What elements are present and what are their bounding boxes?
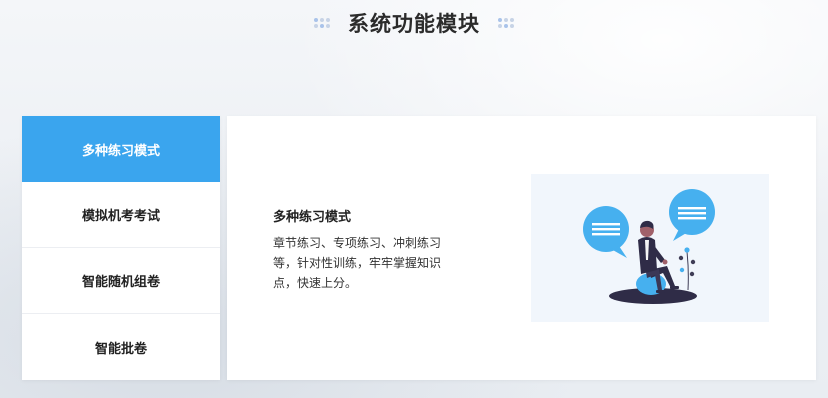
module-panel: 多种练习模式 模拟机考考试 智能随机组卷 智能批卷 多种练习模式 章节练习、专项… <box>22 116 816 382</box>
sidebar-item-practice-modes[interactable]: 多种练习模式 <box>22 116 220 182</box>
person-with-chat-bubbles-icon <box>531 174 769 322</box>
content-title: 多种练习模式 <box>273 210 352 225</box>
sidebar-item-label: 多种练习模式 <box>81 143 160 159</box>
sidebar-item-label: 智能批卷 <box>94 341 147 357</box>
sidebar-item-label: 智能随机组卷 <box>81 275 160 290</box>
sidebar-item-smart-grading[interactable]: 智能批卷 <box>22 314 220 380</box>
section-header: 系统功能模块 <box>0 6 828 40</box>
module-sidebar: 多种练习模式 模拟机考考试 智能随机组卷 智能批卷 <box>22 116 220 380</box>
decoration-dots-right-icon <box>498 18 514 28</box>
sidebar-item-random-paper[interactable]: 智能随机组卷 <box>22 248 220 314</box>
content-description: 章节练习、专项练习、冲刺练习等，针对性训练，牢牢掌握知识点，快速上分。 <box>273 236 442 290</box>
sidebar-item-mock-exam[interactable]: 模拟机考考试 <box>22 182 220 248</box>
decoration-dots-left-icon <box>314 18 330 28</box>
sidebar-item-label: 模拟机考考试 <box>81 209 160 224</box>
section-title: 系统功能模块 <box>348 12 480 36</box>
module-content: 多种练习模式 章节练习、专项练习、冲刺练习等，针对性训练，牢牢掌握知识点，快速上… <box>227 116 816 380</box>
